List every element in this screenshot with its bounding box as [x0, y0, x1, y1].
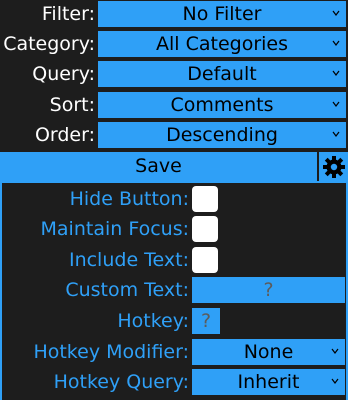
filter-select[interactable]: No Filter: [98, 1, 346, 27]
custom-text-row: Custom Text: ?: [2, 276, 346, 304]
settings-button[interactable]: [319, 152, 348, 181]
order-row: Order: Descending: [0, 121, 348, 149]
sort-label: Sort:: [49, 94, 95, 116]
filter-label: Filter:: [41, 3, 95, 25]
query-select[interactable]: Default: [98, 61, 346, 87]
hide-button-label: Hide Button:: [69, 188, 189, 210]
order-value: Descending: [166, 124, 278, 146]
hide-button-row: Hide Button:: [2, 185, 346, 213]
save-button[interactable]: Save: [0, 152, 317, 181]
include-text-label: Include Text:: [68, 249, 189, 271]
chevron-down-icon: [332, 10, 340, 16]
chevron-down-icon: [332, 101, 340, 107]
hotkey-query-row: Hotkey Query: Inherit: [2, 368, 346, 396]
hotkey-modifier-select[interactable]: None: [192, 339, 345, 365]
chevron-down-icon: [331, 348, 339, 354]
filter-row: Filter: No Filter: [0, 0, 348, 28]
maintain-focus-label: Maintain Focus:: [40, 218, 189, 240]
category-select[interactable]: All Categories: [98, 31, 346, 57]
gear-icon: [322, 155, 345, 178]
category-label: Category:: [3, 33, 95, 55]
custom-text-label: Custom Text:: [65, 279, 189, 301]
sort-row: Sort: Comments: [0, 91, 348, 119]
maintain-focus-checkbox[interactable]: [192, 216, 218, 242]
query-value: Default: [187, 63, 257, 85]
include-text-row: Include Text:: [2, 246, 346, 274]
category-value: All Categories: [155, 33, 288, 55]
hotkey-label: Hotkey:: [117, 310, 189, 332]
order-label: Order:: [34, 124, 95, 146]
chevron-down-icon: [331, 378, 339, 384]
sort-value: Comments: [170, 94, 274, 116]
hide-button-checkbox[interactable]: [192, 186, 218, 212]
query-label: Query:: [32, 63, 95, 85]
include-text-checkbox[interactable]: [192, 247, 218, 273]
hotkey-row: Hotkey: ?: [2, 307, 346, 335]
query-row: Query: Default: [0, 60, 348, 88]
settings-panel: Hide Button: Maintain Focus: Include Tex…: [0, 181, 348, 400]
hotkey-modifier-value: None: [243, 341, 294, 363]
filter-value: No Filter: [182, 3, 262, 25]
hotkey-query-label: Hotkey Query:: [53, 371, 189, 393]
category-row: Category: All Categories: [0, 30, 348, 58]
hotkey-modifier-label: Hotkey Modifier:: [33, 341, 189, 363]
hotkey-modifier-row: Hotkey Modifier: None: [2, 338, 346, 366]
hotkey-input[interactable]: ?: [192, 308, 220, 334]
chevron-down-icon: [332, 40, 340, 46]
sort-select[interactable]: Comments: [98, 92, 346, 118]
maintain-focus-row: Maintain Focus:: [2, 215, 346, 243]
chevron-down-icon: [332, 70, 340, 76]
hotkey-query-select[interactable]: Inherit: [192, 369, 345, 395]
hotkey-query-value: Inherit: [237, 371, 300, 393]
custom-text-input[interactable]: ?: [192, 277, 345, 303]
chevron-down-icon: [332, 131, 340, 137]
order-select[interactable]: Descending: [98, 122, 346, 148]
